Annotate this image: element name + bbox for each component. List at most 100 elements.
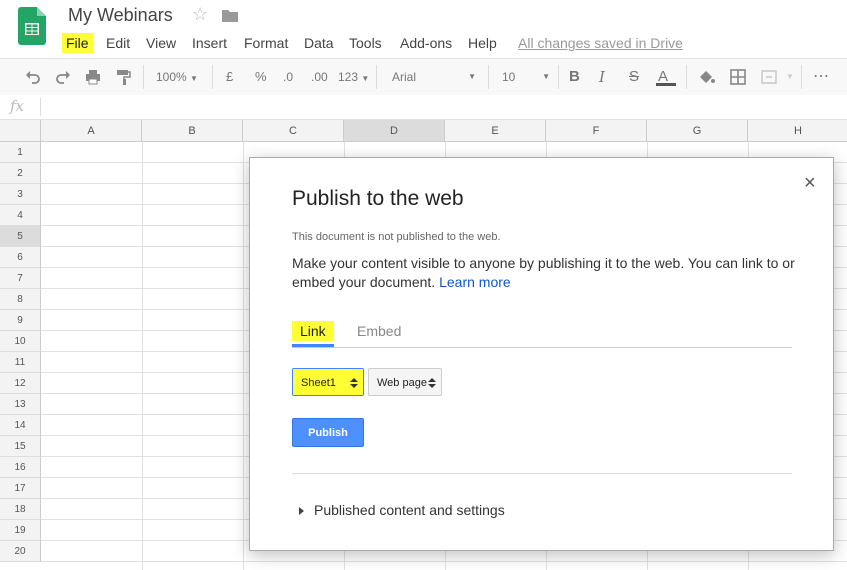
merge-cells-icon[interactable] (760, 68, 778, 86)
fx-icon: fx (10, 97, 25, 115)
borders-icon[interactable] (729, 68, 747, 86)
row-header-12[interactable]: 12 (0, 373, 41, 394)
caret-right-icon[interactable] (299, 507, 304, 515)
more-options-button[interactable]: ⋯ (813, 59, 829, 95)
font-family-value: Arial (392, 70, 417, 84)
row-header-10[interactable]: 10 (0, 331, 41, 352)
more-formats-label: 123 (338, 70, 359, 84)
column-header-b[interactable]: B (142, 120, 243, 142)
row-header-18[interactable]: 18 (0, 499, 41, 520)
text-color-swatch (656, 83, 676, 86)
row-header-15[interactable]: 15 (0, 436, 41, 457)
row-header-2[interactable]: 2 (0, 163, 41, 184)
dialog-title: Publish to the web (292, 187, 464, 210)
document-title[interactable]: My Webinars (68, 5, 173, 26)
menu-data[interactable]: Data (300, 33, 338, 53)
row-header-9[interactable]: 9 (0, 310, 41, 331)
more-formats-button[interactable]: 123 ▼ (338, 59, 369, 95)
font-size-value: 10 (502, 70, 516, 84)
row-header-19[interactable]: 19 (0, 520, 41, 541)
menu-addons[interactable]: Add-ons (396, 33, 456, 53)
row-header-5[interactable]: 5 (0, 226, 41, 247)
bold-button[interactable]: B (569, 59, 580, 95)
percent-format-button[interactable]: % (255, 59, 267, 95)
toolbar-separator (801, 65, 802, 89)
formula-bar[interactable]: fx (0, 95, 847, 120)
column-header-a[interactable]: A (41, 120, 142, 142)
row-header-17[interactable]: 17 (0, 478, 41, 499)
menu-file[interactable]: File (62, 33, 93, 53)
tab-link[interactable]: Link (292, 321, 334, 341)
row-header-14[interactable]: 14 (0, 415, 41, 436)
column-header-e[interactable]: E (445, 120, 546, 142)
toolbar: 100% ▼ £ % .0 .00 123 ▼ Arial ▼ 10 ▼ B I S… (0, 58, 847, 96)
toolbar-separator (488, 65, 489, 89)
star-icon[interactable]: ☆ (192, 4, 208, 25)
font-family-select[interactable]: Arial ▼ (392, 59, 476, 95)
row-header-7[interactable]: 7 (0, 268, 41, 289)
column-header-h[interactable]: H (748, 120, 847, 142)
print-icon[interactable] (84, 68, 102, 86)
chevron-down-icon: ▼ (190, 74, 198, 83)
dialog-divider (292, 473, 792, 474)
text-color-button[interactable]: A (656, 59, 676, 95)
increase-decimal-button[interactable]: .00 (311, 59, 328, 95)
tab-embed[interactable]: Embed (357, 323, 401, 339)
dialog-description: Make your content visible to anyone by p… (292, 254, 802, 292)
row-header-3[interactable]: 3 (0, 184, 41, 205)
italic-button[interactable]: I (599, 59, 605, 95)
paint-format-icon[interactable] (114, 68, 132, 86)
column-header-f[interactable]: F (546, 120, 647, 142)
grid-line (41, 561, 847, 562)
row-header-1[interactable]: 1 (0, 142, 41, 163)
folder-icon[interactable] (222, 9, 238, 22)
published-settings-toggle[interactable]: Published content and settings (314, 502, 505, 518)
row-header-20[interactable]: 20 (0, 541, 41, 562)
redo-icon[interactable] (54, 68, 72, 86)
fill-color-icon[interactable] (697, 68, 715, 86)
column-header-g[interactable]: G (647, 120, 748, 142)
format-select-value: Web page (377, 377, 427, 389)
menu-view[interactable]: View (142, 33, 180, 53)
chevron-down-icon[interactable]: ▼ (786, 59, 794, 95)
menu-tools[interactable]: Tools (345, 33, 386, 53)
format-select[interactable]: Web page (368, 368, 442, 396)
menu-insert[interactable]: Insert (188, 33, 231, 53)
close-icon[interactable]: × (804, 172, 816, 195)
save-status-link[interactable]: All changes saved in Drive (518, 33, 683, 53)
undo-icon[interactable] (24, 68, 42, 86)
sheet-select[interactable]: Sheet1 (292, 368, 364, 396)
learn-more-link[interactable]: Learn more (439, 274, 511, 290)
formula-separator (40, 98, 41, 116)
grid-line (142, 142, 143, 570)
menu-format[interactable]: Format (240, 33, 292, 53)
row-header-4[interactable]: 4 (0, 205, 41, 226)
row-header-16[interactable]: 16 (0, 457, 41, 478)
strikethrough-button[interactable]: S (629, 59, 639, 95)
currency-format-button[interactable]: £ (226, 59, 233, 95)
sheet-select-value: Sheet1 (301, 377, 336, 389)
chevron-down-icon: ▼ (468, 72, 476, 81)
toolbar-separator (558, 65, 559, 89)
row-header-13[interactable]: 13 (0, 394, 41, 415)
zoom-select[interactable]: 100% ▼ (156, 59, 198, 95)
publish-button[interactable]: Publish (292, 418, 364, 447)
column-header-d[interactable]: D (344, 120, 445, 142)
row-header-8[interactable]: 8 (0, 289, 41, 310)
column-header-c[interactable]: C (243, 120, 344, 142)
zoom-value: 100% (156, 70, 187, 84)
updown-arrows-icon (350, 378, 358, 388)
sheets-logo-icon[interactable] (18, 7, 46, 45)
font-size-select[interactable]: 10 ▼ (502, 59, 550, 95)
decrease-decimal-button[interactable]: .0 (283, 59, 293, 95)
toolbar-separator (143, 65, 144, 89)
menu-edit[interactable]: Edit (102, 33, 134, 53)
tabs-divider (292, 347, 792, 348)
chevron-down-icon: ▼ (361, 74, 370, 83)
row-header-6[interactable]: 6 (0, 247, 41, 268)
publish-status-text: This document is not published to the we… (292, 231, 501, 243)
row-header-11[interactable]: 11 (0, 352, 41, 373)
menu-help[interactable]: Help (464, 33, 501, 53)
select-all-corner[interactable] (0, 120, 41, 142)
grid-line (243, 142, 244, 570)
